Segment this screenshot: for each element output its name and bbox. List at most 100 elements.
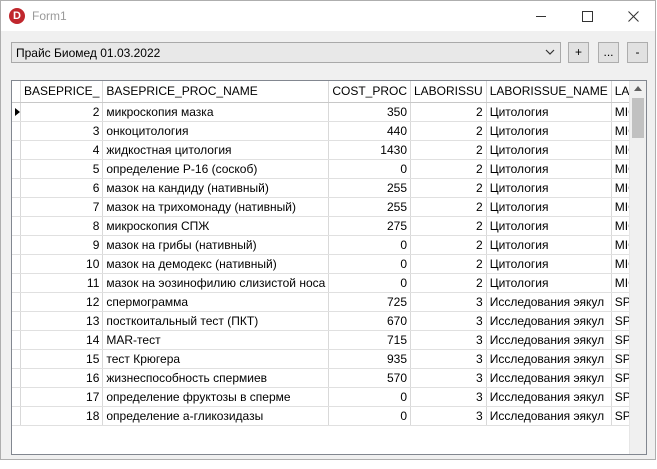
table-cell[interactable]: 255 — [328, 178, 411, 198]
scroll-up-icon[interactable] — [634, 86, 642, 91]
row-indicator[interactable] — [12, 292, 21, 312]
table-cell[interactable]: 0 — [328, 235, 411, 255]
table-cell[interactable]: Цитология — [486, 159, 612, 179]
column-header[interactable]: BASEPRICE_ — [20, 81, 104, 103]
row-indicator[interactable] — [12, 235, 21, 255]
row-indicator[interactable] — [12, 254, 21, 274]
table-cell[interactable]: Цитология — [486, 197, 612, 217]
table-cell[interactable]: 5 — [20, 159, 104, 179]
table-cell[interactable]: мазок на эозинофилию слизистой носа — [102, 273, 330, 293]
table-cell[interactable]: 7 — [20, 197, 104, 217]
table-cell[interactable]: 9 — [20, 235, 104, 255]
table-cell[interactable]: 3 — [410, 387, 487, 407]
column-header[interactable]: COST_PROC — [328, 81, 411, 103]
table-cell[interactable]: 0 — [328, 273, 411, 293]
table-row[interactable]: 6 мазок на кандиду (нативный) 255 2 Цитологи… — [12, 178, 646, 198]
row-indicator[interactable] — [12, 102, 21, 122]
table-cell[interactable]: жизнеспособность спермиев — [102, 368, 330, 388]
table-cell[interactable]: микроскопия мазка — [102, 102, 330, 122]
table-cell[interactable]: Цитология — [486, 235, 612, 255]
table-cell[interactable]: 3 — [410, 330, 487, 350]
table-cell[interactable]: Исследования эякул — [486, 406, 612, 426]
table-cell[interactable]: Цитология — [486, 216, 612, 236]
table-cell[interactable]: жидкостная цитология — [102, 140, 330, 160]
table-cell[interactable]: определение а-гликозидазы — [102, 406, 330, 426]
table-cell[interactable]: 13 — [20, 311, 104, 331]
table-cell[interactable]: 2 — [410, 102, 487, 122]
table-cell[interactable]: Цитология — [486, 254, 612, 274]
row-indicator[interactable] — [12, 349, 21, 369]
table-row[interactable]: 10 мазок на демодекс (нативный) 0 2 Цитологи… — [12, 254, 646, 274]
table-cell[interactable]: посткоитальный тест (ПКТ) — [102, 311, 330, 331]
table-row[interactable]: 3онкоцитология4402ЦитологияMICПр — [12, 121, 646, 141]
table-cell[interactable]: 275 — [328, 216, 411, 236]
scroll-thumb[interactable] — [632, 98, 644, 138]
table-cell[interactable]: 12 — [20, 292, 104, 312]
table-cell[interactable]: онкоцитология — [102, 121, 330, 141]
table-row[interactable]: 18 определение а-гликозидазы 0 3 Исследовани… — [12, 406, 646, 426]
table-cell[interactable]: микроскопия СПЖ — [102, 216, 330, 236]
table-cell[interactable]: Исследования эякул — [486, 387, 612, 407]
table-cell[interactable]: 440 — [328, 121, 411, 141]
table-cell[interactable]: мазок на грибы (нативный) — [102, 235, 330, 255]
table-cell[interactable]: 3 — [410, 311, 487, 331]
row-indicator[interactable] — [12, 273, 21, 293]
table-row[interactable]: 2микроскопия мазка3502ЦитологияMICПр — [12, 102, 646, 122]
row-indicator[interactable] — [12, 121, 21, 141]
table-cell[interactable]: 2 — [410, 235, 487, 255]
table-cell[interactable]: 16 — [20, 368, 104, 388]
table-cell[interactable]: 0 — [328, 387, 411, 407]
table-cell[interactable]: 0 — [328, 159, 411, 179]
table-cell[interactable]: 6 — [20, 178, 104, 198]
table-cell[interactable]: 17 — [20, 387, 104, 407]
row-indicator[interactable] — [12, 197, 21, 217]
table-cell[interactable]: Цитология — [486, 121, 612, 141]
table-cell[interactable]: мазок на демодекс (нативный) — [102, 254, 330, 274]
maximize-button[interactable] — [564, 1, 610, 31]
table-row[interactable]: 16 жизнеспособность спермиев 570 3 Исследова… — [12, 368, 646, 388]
close-button[interactable] — [610, 1, 656, 31]
table-cell[interactable]: 3 — [410, 406, 487, 426]
table-cell[interactable]: MAR-тест — [102, 330, 330, 350]
column-header[interactable]: LABORISSUE_NAME — [486, 81, 612, 103]
add-button[interactable]: + — [568, 42, 589, 63]
minimize-button[interactable] — [518, 1, 564, 31]
table-cell[interactable]: Исследования эякул — [486, 311, 612, 331]
table-cell[interactable]: 11 — [20, 273, 104, 293]
table-cell[interactable]: Цитология — [486, 273, 612, 293]
row-indicator[interactable] — [12, 330, 21, 350]
table-cell[interactable]: 14 — [20, 330, 104, 350]
table-cell[interactable]: 2 — [410, 254, 487, 274]
row-indicator[interactable] — [12, 178, 21, 198]
table-row[interactable]: 14MAR-тест7153Исследования эякулSPПр — [12, 330, 646, 350]
table-cell[interactable]: 3 — [20, 121, 104, 141]
table-row[interactable]: 13 посткоитальный тест (ПКТ) 670 3 Исследова… — [12, 311, 646, 331]
table-cell[interactable]: 0 — [328, 254, 411, 274]
table-cell[interactable]: 18 — [20, 406, 104, 426]
table-cell[interactable]: спермограмма — [102, 292, 330, 312]
table-cell[interactable]: 350 — [328, 102, 411, 122]
table-cell[interactable]: 1430 — [328, 140, 411, 160]
table-row[interactable]: 9 мазок на грибы (нативный) 0 2 Цитология MIC… — [12, 235, 646, 255]
table-cell[interactable]: 4 — [20, 140, 104, 160]
column-header[interactable]: LABORISSU — [410, 81, 487, 103]
remove-button[interactable]: - — [627, 42, 648, 63]
price-list-select[interactable]: Прайс Биомед 01.03.2022 — [11, 42, 561, 63]
title-bar[interactable]: D Form1 — [1, 1, 655, 31]
table-row[interactable]: 7 мазок на трихомонаду (нативный) 255 2 Цито… — [12, 197, 646, 217]
column-header[interactable]: BASEPRICE_PROC_NAME — [102, 81, 330, 103]
table-cell[interactable]: Цитология — [486, 178, 612, 198]
table-cell[interactable]: 670 — [328, 311, 411, 331]
vertical-scrollbar[interactable] — [629, 81, 646, 454]
table-cell[interactable]: определение Р-16 (соскоб) — [102, 159, 330, 179]
row-indicator[interactable] — [12, 311, 21, 331]
table-cell[interactable]: 3 — [410, 368, 487, 388]
table-cell[interactable]: 3 — [410, 292, 487, 312]
table-cell[interactable]: 2 — [410, 273, 487, 293]
table-cell[interactable]: мазок на трихомонаду (нативный) — [102, 197, 330, 217]
table-cell[interactable]: мазок на кандиду (нативный) — [102, 178, 330, 198]
table-cell[interactable]: 10 — [20, 254, 104, 274]
table-cell[interactable]: 3 — [410, 349, 487, 369]
table-cell[interactable]: 2 — [410, 140, 487, 160]
row-indicator[interactable] — [12, 140, 21, 160]
